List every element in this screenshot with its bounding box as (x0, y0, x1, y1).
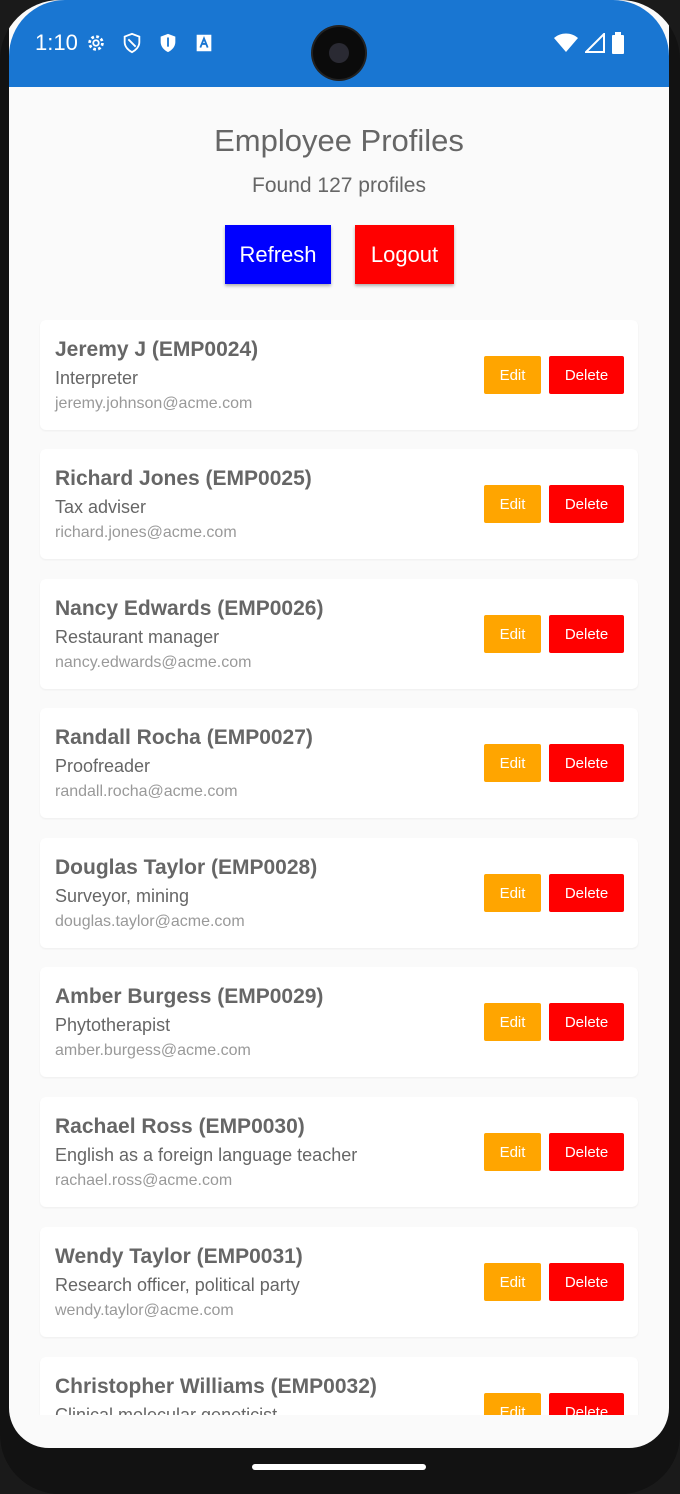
cell-signal-icon (583, 31, 605, 58)
employee-card: Nancy Edwards (EMP0026) Restaurant manag… (40, 579, 638, 689)
edit-button[interactable]: Edit (484, 615, 541, 653)
employee-role: Clinical molecular geneticist (55, 1405, 278, 1415)
employee-name: Wendy Taylor (EMP0031) (55, 1245, 303, 1268)
edit-button[interactable]: Edit (484, 356, 541, 394)
refresh-button[interactable]: Refresh (225, 225, 331, 284)
employee-role: Interpreter (55, 368, 139, 388)
status-icons-right (553, 31, 625, 59)
profiles-count: Found 127 profiles (252, 174, 426, 197)
logout-button[interactable]: Logout (355, 225, 454, 284)
settings-icon (85, 32, 107, 54)
page-title: Employee Profiles (214, 123, 464, 158)
employee-name: Randall Rocha (EMP0027) (55, 726, 313, 749)
delete-button[interactable]: Delete (549, 485, 624, 523)
status-icons-left (85, 32, 215, 54)
edit-button[interactable]: Edit (484, 744, 541, 782)
shield-icon (157, 32, 179, 54)
phone-frame: 1:10 Employee Profiles Found 127 profile… (0, 0, 680, 1494)
app-screen: 1:10 Employee Profiles Found 127 profile… (9, 0, 669, 1448)
employee-email: douglas.taylor@acme.com (55, 913, 245, 930)
employee-name: Jeremy J (EMP0024) (55, 338, 259, 361)
employee-name: Christopher Williams (EMP0032) (55, 1375, 377, 1398)
delete-button[interactable]: Delete (549, 1133, 624, 1171)
delete-button[interactable]: Delete (549, 1263, 624, 1301)
navigation-bar (0, 1448, 680, 1494)
edit-button[interactable]: Edit (484, 485, 541, 523)
employee-role: Restaurant manager (55, 627, 220, 647)
edit-button[interactable]: Edit (484, 874, 541, 912)
employee-name: Richard Jones (EMP0025) (55, 467, 312, 490)
employee-card: Richard Jones (EMP0025) Tax adviser rich… (40, 449, 638, 559)
employee-role: Research officer, political party (55, 1275, 300, 1295)
employee-card: Wendy Taylor (EMP0031) Research officer,… (40, 1227, 638, 1337)
employee-name: Nancy Edwards (EMP0026) (55, 597, 324, 620)
shield-outline-icon (121, 32, 143, 54)
employee-role: Phytotherapist (55, 1015, 171, 1035)
employee-card: Douglas Taylor (EMP0028) Surveyor, minin… (40, 838, 638, 948)
home-indicator[interactable] (252, 1464, 426, 1470)
employee-name: Amber Burgess (EMP0029) (55, 985, 324, 1008)
employee-email: amber.burgess@acme.com (55, 1042, 251, 1059)
employee-email: richard.jones@acme.com (55, 524, 237, 541)
employee-email: wendy.taylor@acme.com (55, 1302, 234, 1319)
text-a-icon (193, 32, 215, 54)
employee-name: Rachael Ross (EMP0030) (55, 1115, 305, 1138)
employee-email: rachael.ross@acme.com (55, 1172, 233, 1189)
employee-email: nancy.edwards@acme.com (55, 654, 252, 671)
employee-role: English as a foreign language teacher (55, 1145, 358, 1165)
employee-name: Douglas Taylor (EMP0028) (55, 856, 318, 879)
delete-button[interactable]: Delete (549, 1393, 624, 1415)
employee-role: Tax adviser (55, 497, 147, 517)
wifi-icon (553, 33, 579, 58)
delete-button[interactable]: Delete (549, 615, 624, 653)
front-camera (313, 27, 365, 79)
edit-button[interactable]: Edit (484, 1393, 541, 1415)
edit-button[interactable]: Edit (484, 1263, 541, 1301)
employee-email: jeremy.johnson@acme.com (55, 395, 253, 412)
edit-button[interactable]: Edit (484, 1133, 541, 1171)
battery-icon (611, 32, 625, 59)
employee-card: Christopher Williams (EMP0032) Clinical … (40, 1357, 638, 1415)
employee-role: Proofreader (55, 756, 151, 776)
delete-button[interactable]: Delete (549, 1003, 624, 1041)
employee-email: randall.rocha@acme.com (55, 783, 238, 800)
edit-button[interactable]: Edit (484, 1003, 541, 1041)
employee-role: Surveyor, mining (55, 886, 190, 906)
employee-card: Rachael Ross (EMP0030) English as a fore… (40, 1097, 638, 1207)
status-time: 1:10 (35, 30, 78, 55)
delete-button[interactable]: Delete (549, 356, 624, 394)
employee-card: Jeremy J (EMP0024) Interpreter jeremy.jo… (40, 320, 638, 430)
employee-list[interactable]: Jeremy J (EMP0024) Interpreter jeremy.jo… (9, 320, 669, 1415)
employee-card: Randall Rocha (EMP0027) Proofreader rand… (40, 708, 638, 818)
employee-card: Amber Burgess (EMP0029) Phytotherapist a… (40, 967, 638, 1077)
delete-button[interactable]: Delete (549, 874, 624, 912)
delete-button[interactable]: Delete (549, 744, 624, 782)
